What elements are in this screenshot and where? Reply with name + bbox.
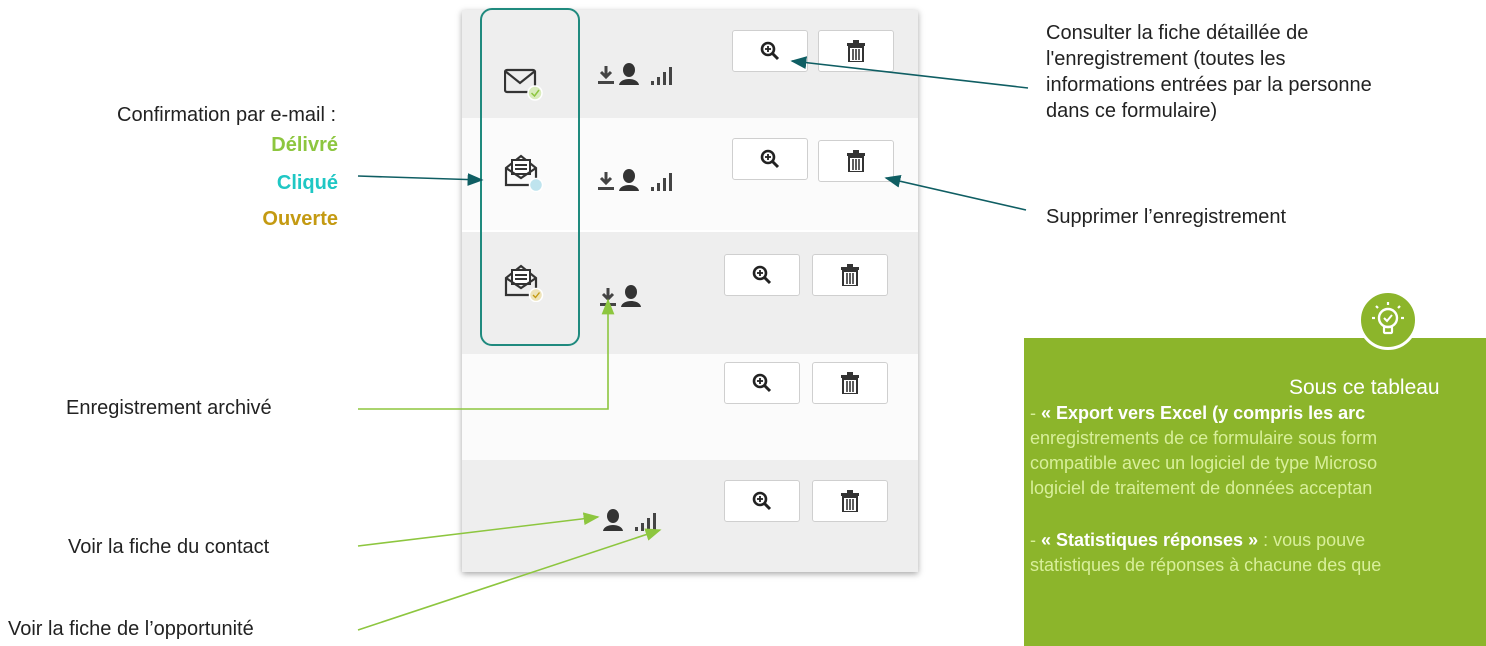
email-status-arrow — [357, 173, 484, 186]
delete-arrow — [884, 174, 1027, 211]
callout-arrows — [357, 56, 1029, 631]
archived-arrow — [358, 298, 615, 410]
contact-arrow — [357, 512, 600, 547]
opportunity-arrow — [357, 528, 662, 631]
details-arrow — [790, 56, 1029, 89]
